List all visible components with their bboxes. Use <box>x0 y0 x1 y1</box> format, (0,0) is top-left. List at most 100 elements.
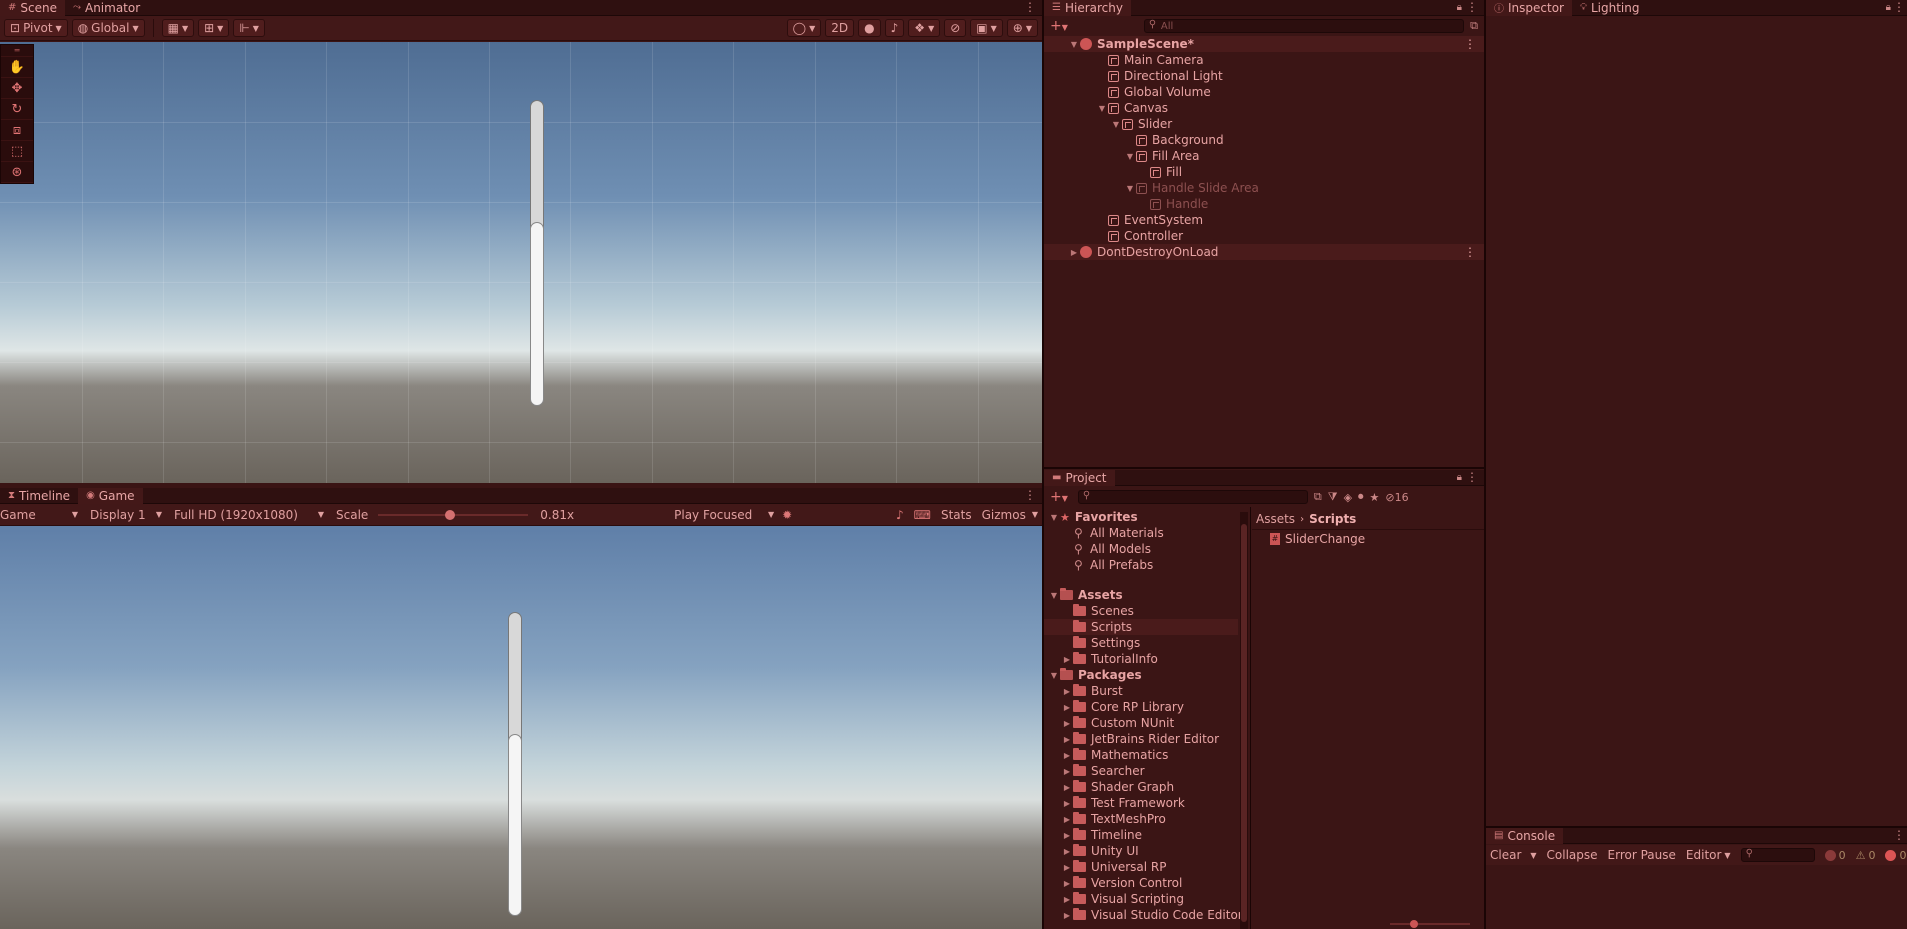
error-count-toggle[interactable]: 0 <box>1885 849 1906 862</box>
scene-menu-icon[interactable]: ⋮ <box>1464 37 1476 51</box>
chevron-down-icon[interactable]: ▼ <box>1032 510 1038 519</box>
expand-arrow-closed-icon[interactable]: ▶ <box>1061 687 1073 696</box>
expand-arrow-closed-icon[interactable]: ▶ <box>1068 248 1080 257</box>
expand-arrow-open-icon[interactable]: ▼ <box>1048 513 1060 522</box>
package-item[interactable]: ▶ Searcher <box>1061 763 1145 779</box>
tab-timeline[interactable]: ⧗ Timeline <box>0 488 78 504</box>
project-search-input[interactable] <box>1077 490 1308 504</box>
tab-inspector[interactable]: ⓘ Inspector <box>1486 0 1572 16</box>
panel-divider[interactable] <box>1484 0 1486 929</box>
game-viewport[interactable] <box>0 526 1042 929</box>
hierarchy-item[interactable]: Directional Light <box>1044 68 1484 84</box>
scene-menu-icon[interactable]: ⋮ <box>1024 0 1036 14</box>
tab-game[interactable]: ◉ Game <box>78 487 143 504</box>
move-tool-icon[interactable]: ✥ <box>1 78 33 99</box>
lighting-toggle[interactable]: ● <box>858 19 881 37</box>
tag-icon[interactable]: ◈ <box>1344 491 1352 504</box>
hierarchy-scene-row[interactable]: ▶ DontDestroyOnLoad ⋮ <box>1044 244 1484 260</box>
clear-dropdown[interactable]: Clear ▼ <box>1490 848 1537 862</box>
global-dropdown[interactable]: ◍ Global ▼ <box>71 19 145 37</box>
folder-item[interactable]: ▶ TutorialInfo <box>1044 651 1238 667</box>
expand-arrow-closed-icon[interactable]: ▶ <box>1061 655 1073 664</box>
game-view-select[interactable]: Game ▼ <box>0 508 82 522</box>
play-focused-select[interactable]: Play Focused ▼ <box>674 508 774 522</box>
lock-icon[interactable]: 🔒︎ <box>1457 472 1462 483</box>
tab-project[interactable]: ▬ Project <box>1044 469 1115 486</box>
package-item[interactable]: ▶ Universal RP <box>1061 859 1166 875</box>
folder-item[interactable]: Scripts <box>1044 619 1238 635</box>
hierarchy-item[interactable]: EventSystem <box>1044 212 1484 228</box>
hierarchy-scene-row[interactable]: ▼ SampleScene* ⋮ <box>1044 36 1484 52</box>
expand-arrow-closed-icon[interactable]: ▶ <box>1061 863 1073 872</box>
gizmos-dropdown[interactable]: ⊕ ▼ <box>1006 19 1038 37</box>
scale-tool-icon[interactable]: ⧈ <box>1 120 33 141</box>
hierarchy-item[interactable]: Main Camera <box>1044 52 1484 68</box>
lock-icon[interactable]: 🔒︎ <box>1457 2 1462 13</box>
search-by-type-icon[interactable]: ⧉ <box>1314 490 1322 504</box>
package-item[interactable]: ▶ Core RP Library <box>1061 699 1184 715</box>
hierarchy-item[interactable]: ▼ Canvas <box>1044 100 1484 116</box>
increment-snap-button[interactable]: ⊩ ▼ <box>233 19 265 37</box>
lock-icon[interactable]: 🔒︎ <box>1886 2 1891 13</box>
expand-arrow-closed-icon[interactable]: ▶ <box>1061 751 1073 760</box>
transform-tool-icon[interactable]: ⊛ <box>1 162 33 183</box>
expand-arrow-open-icon[interactable]: ▼ <box>1110 120 1122 129</box>
stats-button[interactable]: Stats <box>941 508 972 522</box>
project-tree-scrollbar[interactable] <box>1240 512 1248 929</box>
scrollbar-thumb[interactable] <box>1241 524 1247 922</box>
expand-arrow-open-icon[interactable]: ▼ <box>1068 40 1080 49</box>
display-select[interactable]: Display 1 ▼ <box>82 508 166 522</box>
hierarchy-item[interactable]: ▼ Slider <box>1044 116 1484 132</box>
icon-size-slider[interactable] <box>1390 920 1470 928</box>
audio-toggle[interactable]: ♪ <box>884 19 905 37</box>
drag-handle[interactable]: ═ <box>1 45 33 57</box>
file-item[interactable]: # SliderChange <box>1270 531 1365 547</box>
expand-arrow-closed-icon[interactable]: ▶ <box>1061 879 1073 888</box>
hierarchy-item[interactable]: Controller <box>1044 228 1484 244</box>
package-item[interactable]: ▶ Visual Scripting <box>1061 891 1184 907</box>
package-item[interactable]: ▶ Custom NUnit <box>1061 715 1174 731</box>
package-item[interactable]: ▶ TextMeshPro <box>1061 811 1166 827</box>
keyboard-icon[interactable]: ⌨ <box>914 508 931 522</box>
game-menu-icon[interactable]: ⋮ <box>1024 488 1036 502</box>
package-item[interactable]: ▶ Test Framework <box>1061 795 1185 811</box>
hierarchy-item[interactable]: Background <box>1044 132 1484 148</box>
scene-menu-icon[interactable]: ⋮ <box>1464 245 1476 259</box>
search-by-label-icon[interactable]: ⧩ <box>1328 490 1338 504</box>
tab-lighting[interactable]: 💡︎ Lighting <box>1572 0 1648 16</box>
tab-console[interactable]: ▤ Console <box>1486 827 1564 844</box>
expand-arrow-closed-icon[interactable]: ▶ <box>1061 719 1073 728</box>
breadcrumb-assets[interactable]: Assets <box>1256 512 1295 526</box>
expand-arrow-closed-icon[interactable]: ▶ <box>1061 735 1073 744</box>
package-item[interactable]: ▶ Unity UI <box>1061 843 1139 859</box>
hierarchy-item[interactable]: Fill <box>1044 164 1484 180</box>
expand-arrow-closed-icon[interactable]: ▶ <box>1061 831 1073 840</box>
tab-hierarchy[interactable]: ☰ Hierarchy <box>1044 0 1131 16</box>
rect-tool-icon[interactable]: ⬚ <box>1 141 33 162</box>
expand-arrow-open-icon[interactable]: ▼ <box>1048 671 1060 680</box>
package-item[interactable]: ▶ Timeline <box>1061 827 1142 843</box>
log-count-toggle[interactable]: 0 <box>1824 849 1846 862</box>
hierarchy-item[interactable]: Global Volume <box>1044 84 1484 100</box>
expand-arrow-closed-icon[interactable]: ▶ <box>1061 703 1073 712</box>
warning-count-toggle[interactable]: ⚠ 0 <box>1856 849 1876 862</box>
expand-arrow-open-icon[interactable]: ▼ <box>1048 591 1060 600</box>
hierarchy-item[interactable]: ▼ Fill Area <box>1044 148 1484 164</box>
hidden-packages-toggle[interactable]: ⊘16 <box>1385 491 1408 504</box>
favorites-item[interactable]: ⚲ All Prefabs <box>1074 557 1153 573</box>
collapse-toggle[interactable]: Collapse <box>1547 848 1598 862</box>
grid-visibility-button[interactable]: ▦ ▼ <box>161 19 195 37</box>
package-item[interactable]: ▶ JetBrains Rider Editor <box>1061 731 1219 747</box>
scale-slider-thumb[interactable] <box>445 509 456 520</box>
hidden-objects-toggle[interactable]: ⊘ <box>944 19 967 37</box>
scene-viewport[interactable] <box>0 42 1042 483</box>
resolution-select[interactable]: Full HD (1920x1080) ▼ <box>166 508 328 522</box>
icon-size-thumb[interactable] <box>1410 920 1418 928</box>
breadcrumb-scripts[interactable]: Scripts <box>1309 512 1356 526</box>
search-options-icon[interactable]: ⧉ <box>1470 19 1478 33</box>
editor-dropdown[interactable]: Editor ▼ <box>1686 848 1731 862</box>
alert-icon[interactable]: ⏺ <box>1358 490 1364 504</box>
expand-arrow-open-icon[interactable]: ▼ <box>1096 104 1108 113</box>
pivot-dropdown[interactable]: ⊡ Pivot ▼ <box>4 19 68 37</box>
tab-scene[interactable]: # Scene <box>0 0 65 16</box>
